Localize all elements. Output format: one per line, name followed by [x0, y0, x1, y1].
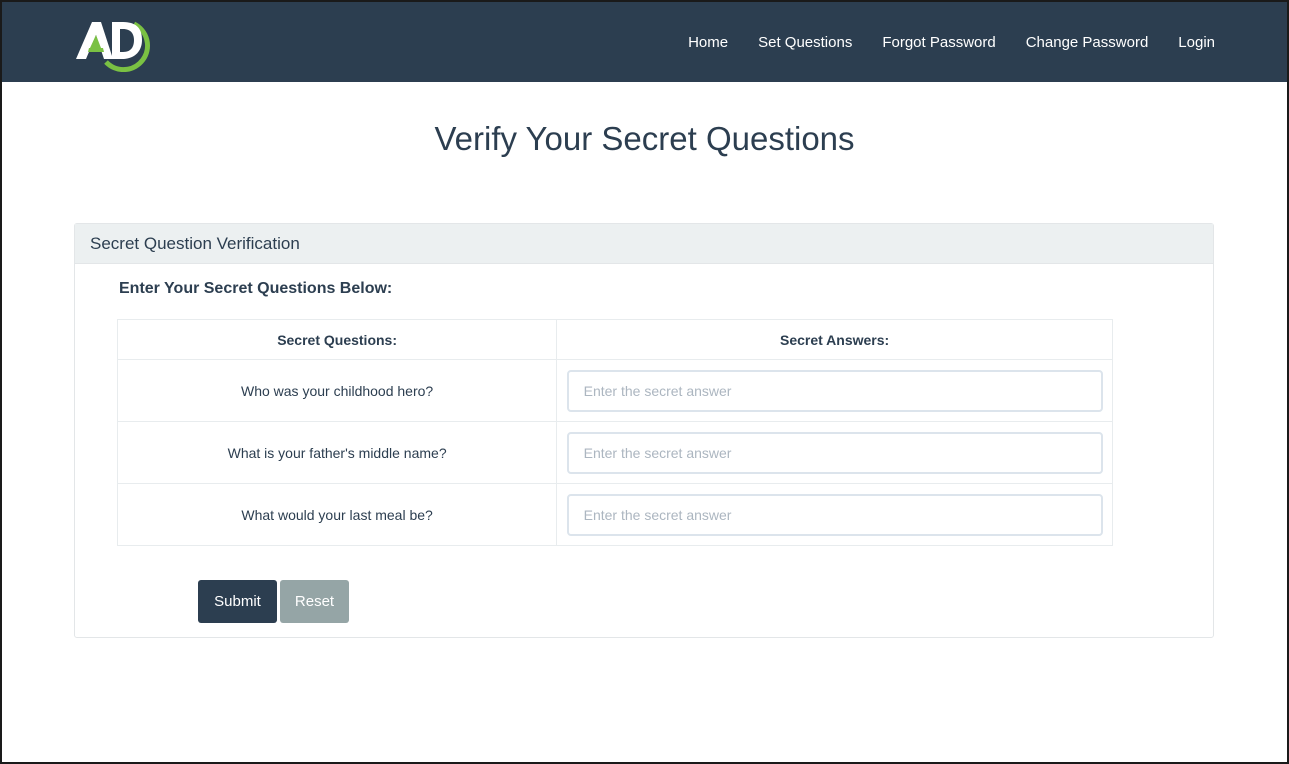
table-row: Who was your childhood hero?: [116, 359, 1113, 422]
question-text: What would your last meal be?: [116, 483, 558, 546]
nav-set-questions-link[interactable]: Set Questions: [758, 34, 852, 51]
answer-input-3[interactable]: [566, 493, 1103, 536]
top-navbar: AD Home Set Questions Forgot Password Ch…: [2, 2, 1287, 82]
nav-change-password-link[interactable]: Change Password: [1026, 34, 1149, 51]
table-header-row: Secret Questions: Secret Answers:: [116, 319, 1113, 360]
ad-logo-icon: AD: [76, 21, 150, 73]
page-title: Verify Your Secret Questions: [434, 120, 855, 157]
ad-logo[interactable]: AD: [72, 14, 152, 73]
answers-column-header: Secret Answers:: [556, 319, 1113, 360]
nav-menu: Home Set Questions Forgot Password Chang…: [658, 2, 1215, 82]
answer-input-2[interactable]: [566, 431, 1103, 474]
panel-heading: Secret Question Verification: [75, 224, 1213, 264]
answer-input-1[interactable]: [566, 369, 1103, 412]
answer-cell: [556, 483, 1113, 546]
secret-questions-table: Secret Questions: Secret Answers: Who wa…: [116, 319, 1113, 546]
nav-forgot-password-link[interactable]: Forgot Password: [882, 34, 995, 51]
reset-button[interactable]: Reset: [280, 580, 349, 623]
answer-cell: [556, 359, 1113, 422]
table-row: What would your last meal be?: [116, 483, 1113, 546]
answer-cell: [556, 421, 1113, 484]
submit-button[interactable]: Submit: [198, 580, 277, 623]
verification-panel: Secret Question Verification Enter Your …: [74, 223, 1214, 638]
questions-column-header: Secret Questions:: [116, 319, 558, 360]
app-window: AD Home Set Questions Forgot Password Ch…: [0, 0, 1289, 764]
question-text: What is your father's middle name?: [116, 421, 558, 484]
table-row: What is your father's middle name?: [116, 421, 1113, 484]
panel-subtitle: Enter Your Secret Questions Below:: [119, 280, 393, 297]
question-text: Who was your childhood hero?: [116, 359, 558, 422]
nav-login-link[interactable]: Login: [1178, 34, 1215, 51]
nav-home-link[interactable]: Home: [688, 34, 728, 51]
